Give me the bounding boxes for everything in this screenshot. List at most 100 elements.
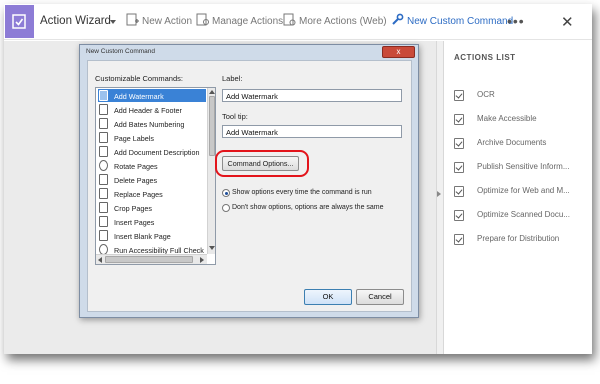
radio-show-options[interactable]: Show options every time the command is r… [222, 188, 407, 199]
new-custom-command-label: New Custom Command [407, 16, 514, 27]
cancel-button[interactable]: Cancel [356, 289, 404, 305]
tooltip-caption: Tool tip: [222, 112, 248, 121]
command-item[interactable]: Rotate Pages [98, 159, 206, 172]
vertical-scrollbar[interactable] [207, 88, 215, 254]
action-check-icon [454, 234, 464, 245]
action-item[interactable]: Optimize for Web and M... [454, 185, 590, 201]
command-label: Add Header & Footer [114, 106, 182, 115]
actions-list-title: ACTIONS LIST [454, 53, 516, 62]
wrench-icon [392, 13, 404, 25]
command-item[interactable]: Add Bates Numbering [98, 117, 206, 130]
command-label: Replace Pages [114, 190, 163, 199]
action-check-icon [454, 162, 464, 173]
manage-actions-icon [196, 13, 209, 26]
scroll-right-arrow-icon[interactable] [200, 257, 204, 263]
radio-dont-show-label: Don't show options, options are always t… [232, 204, 384, 211]
action-item[interactable]: Optimize Scanned Docu... [454, 209, 590, 225]
action-check-icon [454, 90, 464, 101]
command-icon [99, 132, 108, 143]
command-icon [99, 104, 108, 115]
action-item-label: Optimize Scanned Docu... [477, 210, 570, 219]
dialog-body: Customizable Commands: Add Watermark Add… [87, 60, 412, 312]
new-action-icon [126, 13, 139, 26]
actions-list-panel: ACTIONS LIST OCR Make Accessible Archive… [445, 41, 592, 354]
trash-icon [99, 174, 108, 185]
radio-dont-show-options[interactable]: Don't show options, options are always t… [222, 203, 407, 214]
label-field[interactable]: Add Watermark [222, 89, 402, 102]
command-icon [99, 146, 108, 157]
command-icon [99, 230, 108, 241]
new-action-label: New Action [142, 16, 193, 27]
toolbar: Action Wizard New Action Manage Actions … [4, 4, 592, 40]
close-icon[interactable]: ✕ [561, 13, 574, 31]
expand-arrow-icon[interactable] [437, 191, 441, 197]
radio-selected-icon [222, 189, 230, 197]
command-label: Delete Pages [114, 176, 158, 185]
command-label: Add Document Description [114, 148, 200, 157]
crop-icon [99, 202, 108, 213]
command-label: Rotate Pages [114, 162, 158, 171]
command-icon [99, 90, 108, 101]
action-item-label: Prepare for Distribution [477, 234, 560, 243]
more-actions-label: More Actions (Web) [299, 16, 387, 27]
scroll-left-arrow-icon[interactable] [98, 257, 102, 263]
horizontal-scroll-thumb[interactable] [105, 256, 193, 263]
horizontal-scrollbar[interactable] [96, 254, 207, 264]
command-item[interactable]: Page Labels [98, 131, 206, 144]
command-options-button[interactable]: Command Options... [222, 156, 299, 171]
action-item[interactable]: Publish Sensitive Inform... [454, 161, 590, 177]
command-label: Add Watermark [114, 92, 164, 101]
new-custom-command-dialog: New Custom Command x Customizable Comman… [79, 44, 419, 318]
action-item-label: OCR [477, 90, 495, 99]
command-label: Add Bates Numbering [114, 120, 185, 129]
tool-title[interactable]: Action Wizard [40, 15, 111, 27]
command-item[interactable]: Add Header & Footer [98, 103, 206, 116]
command-label: Crop Pages [114, 204, 152, 213]
command-label: Insert Pages [114, 218, 155, 227]
rotate-icon [99, 160, 108, 171]
command-item[interactable]: Delete Pages [98, 173, 206, 186]
command-item[interactable]: Add Document Description [98, 145, 206, 158]
more-options-icon[interactable]: ••• [507, 13, 525, 29]
action-item[interactable]: Prepare for Distribution [454, 233, 590, 249]
more-actions-icon [283, 13, 296, 26]
command-label: Page Labels [114, 134, 154, 143]
action-check-icon [454, 210, 464, 221]
tooltip-field[interactable]: Add Watermark [222, 125, 402, 138]
command-icon [99, 188, 108, 199]
radio-show-label: Show options every time the command is r… [232, 189, 372, 196]
action-item-label: Publish Sensitive Inform... [477, 162, 570, 171]
action-wizard-icon[interactable] [5, 5, 34, 38]
command-icon [99, 118, 108, 129]
command-label: Insert Blank Page [114, 232, 171, 241]
command-item[interactable]: Insert Blank Page [98, 229, 206, 242]
action-check-icon [454, 114, 464, 125]
command-item[interactable]: Insert Pages [98, 215, 206, 228]
command-item[interactable]: Crop Pages [98, 201, 206, 214]
commands-list[interactable]: Add Watermark Add Header & Footer Add Ba… [95, 87, 216, 265]
radio-unselected-icon [222, 204, 230, 212]
dialog-title: New Custom Command [86, 48, 155, 55]
label-caption: Label: [222, 74, 243, 83]
customizable-commands-label: Customizable Commands: [95, 74, 183, 83]
scroll-up-arrow-icon[interactable] [209, 90, 215, 94]
dialog-close-button[interactable]: x [382, 46, 415, 58]
action-item-label: Archive Documents [477, 138, 547, 147]
command-item[interactable]: Replace Pages [98, 187, 206, 200]
ok-button[interactable]: OK [304, 289, 352, 305]
manage-actions-label: Manage Actions [212, 16, 284, 27]
action-check-icon [454, 186, 464, 197]
vertical-scroll-thumb[interactable] [209, 96, 215, 156]
action-check-icon [454, 138, 464, 149]
panel-splitter[interactable] [436, 41, 444, 354]
scroll-down-arrow-icon[interactable] [209, 246, 215, 250]
chevron-down-icon[interactable] [110, 20, 116, 24]
app-window: Action Wizard New Action Manage Actions … [4, 4, 592, 354]
action-item[interactable]: Make Accessible [454, 113, 590, 129]
command-item-selected[interactable]: Add Watermark [98, 89, 206, 102]
command-icon [99, 216, 108, 227]
action-item[interactable]: OCR [454, 89, 590, 105]
action-item-label: Make Accessible [477, 114, 537, 123]
action-item[interactable]: Archive Documents [454, 137, 590, 153]
action-item-label: Optimize for Web and M... [477, 186, 570, 195]
